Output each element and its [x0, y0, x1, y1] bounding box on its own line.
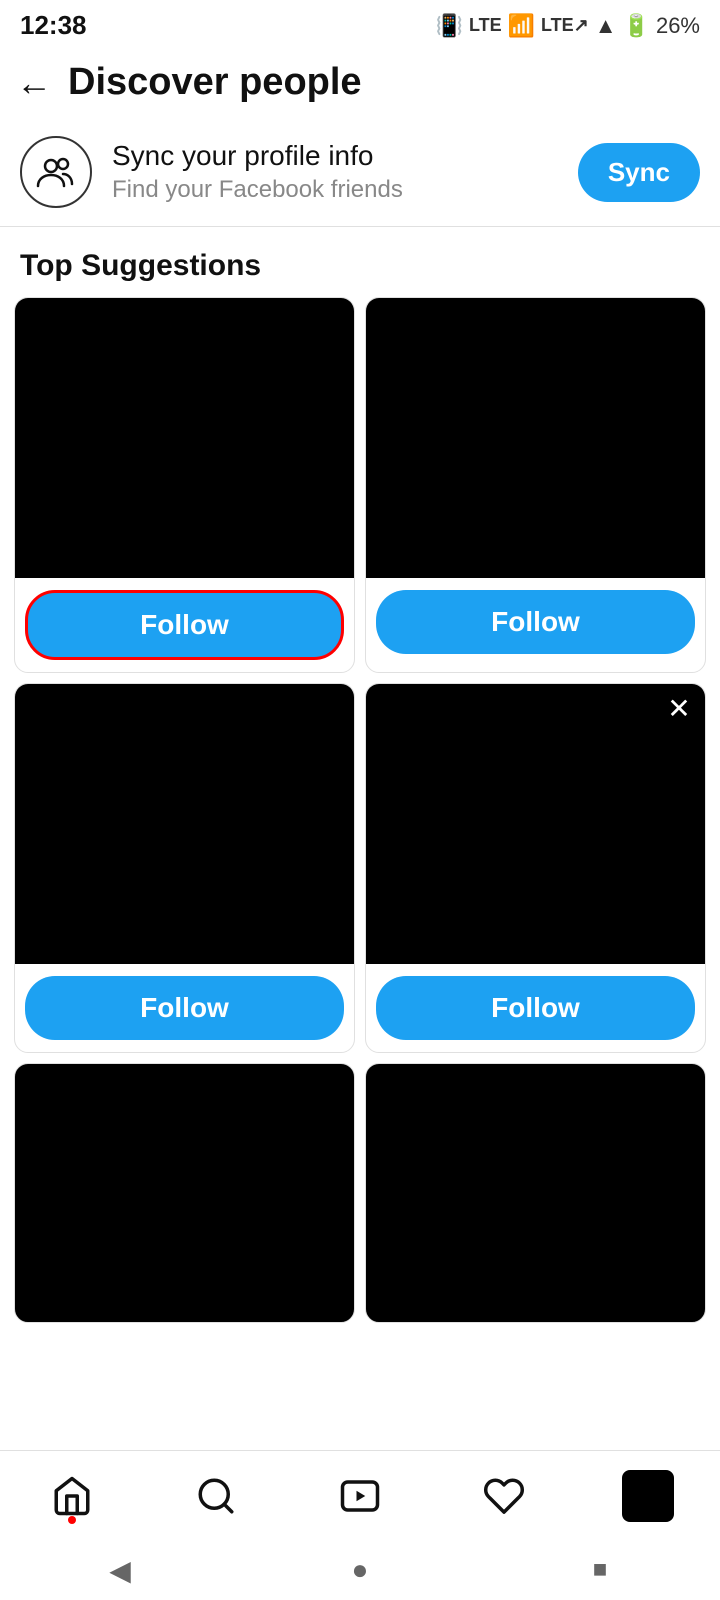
video-icon — [339, 1475, 381, 1517]
system-home-icon: ● — [352, 1554, 369, 1586]
suggestion-card-4: ✕ Follow — [365, 683, 706, 1053]
system-home-button[interactable]: ● — [340, 1550, 380, 1590]
people-icon — [36, 152, 76, 192]
home-dot-indicator — [68, 1516, 76, 1524]
nav-home[interactable] — [32, 1466, 112, 1526]
page-title: Discover people — [68, 61, 362, 104]
system-back-button[interactable]: ◀ — [100, 1550, 140, 1590]
suggestion-card-5 — [14, 1063, 355, 1323]
follow-button-4[interactable]: Follow — [376, 976, 695, 1040]
sync-section: Sync your profile info Find your Faceboo… — [0, 118, 720, 227]
system-navigation: ◀ ● ■ — [0, 1540, 720, 1600]
sync-button[interactable]: Sync — [578, 143, 700, 202]
follow-button-3[interactable]: Follow — [25, 976, 344, 1040]
follow-button-2[interactable]: Follow — [376, 590, 695, 654]
system-recent-button[interactable]: ■ — [580, 1550, 620, 1590]
suggestion-card-1: Follow — [14, 297, 355, 673]
status-bar: 12:38 📳 LTE 📶 LTE↗ ▲ 🔋 26% — [0, 0, 720, 47]
suggestion-card-6 — [365, 1063, 706, 1323]
sync-text-block: Sync your profile info Find your Faceboo… — [112, 140, 558, 204]
lte-icon: LTE — [469, 15, 502, 36]
suggestions-grid-row1: Follow Follow — [0, 297, 720, 673]
nav-video[interactable] — [320, 1466, 400, 1526]
sync-avatar-icon — [20, 136, 92, 208]
top-suggestions-title: Top Suggestions — [0, 227, 720, 297]
follow-button-1[interactable]: Follow — [25, 590, 344, 660]
vibrate-icon: 📳 — [436, 13, 463, 39]
search-icon — [195, 1475, 237, 1517]
status-time: 12:38 — [20, 10, 87, 41]
suggestion-card-2: Follow — [365, 297, 706, 673]
system-back-icon: ◀ — [109, 1554, 131, 1587]
battery-level: 26% — [656, 13, 700, 39]
nav-likes[interactable] — [464, 1466, 544, 1526]
bottom-navigation — [0, 1450, 720, 1540]
page-header: ← Discover people — [0, 47, 720, 118]
back-button[interactable]: ← — [16, 62, 52, 104]
suggestions-grid-row2: Follow ✕ Follow — [0, 683, 720, 1053]
sync-title: Sync your profile info — [112, 140, 558, 172]
system-recent-icon: ■ — [593, 1556, 608, 1584]
sync-subtitle: Find your Facebook friends — [112, 176, 558, 204]
status-icons: 📳 LTE 📶 LTE↗ ▲ 🔋 26% — [436, 13, 700, 39]
card-image-4 — [366, 684, 705, 964]
heart-icon — [483, 1475, 525, 1517]
profile-avatar — [622, 1470, 674, 1522]
nav-search[interactable] — [176, 1466, 256, 1526]
home-icon — [51, 1475, 93, 1517]
lte2-icon: LTE↗ — [541, 15, 589, 36]
suggestions-grid-row3 — [0, 1063, 720, 1483]
wifi-icon: 📶 — [508, 13, 535, 39]
signal-icon: ▲ — [595, 13, 617, 39]
close-card-button-4[interactable]: ✕ — [663, 692, 695, 724]
card-image-3 — [15, 684, 354, 964]
battery-icon: 🔋 — [623, 13, 650, 39]
card-image-2 — [366, 298, 705, 578]
nav-profile[interactable] — [608, 1466, 688, 1526]
card-image-1 — [15, 298, 354, 578]
suggestion-card-3: Follow — [14, 683, 355, 1053]
